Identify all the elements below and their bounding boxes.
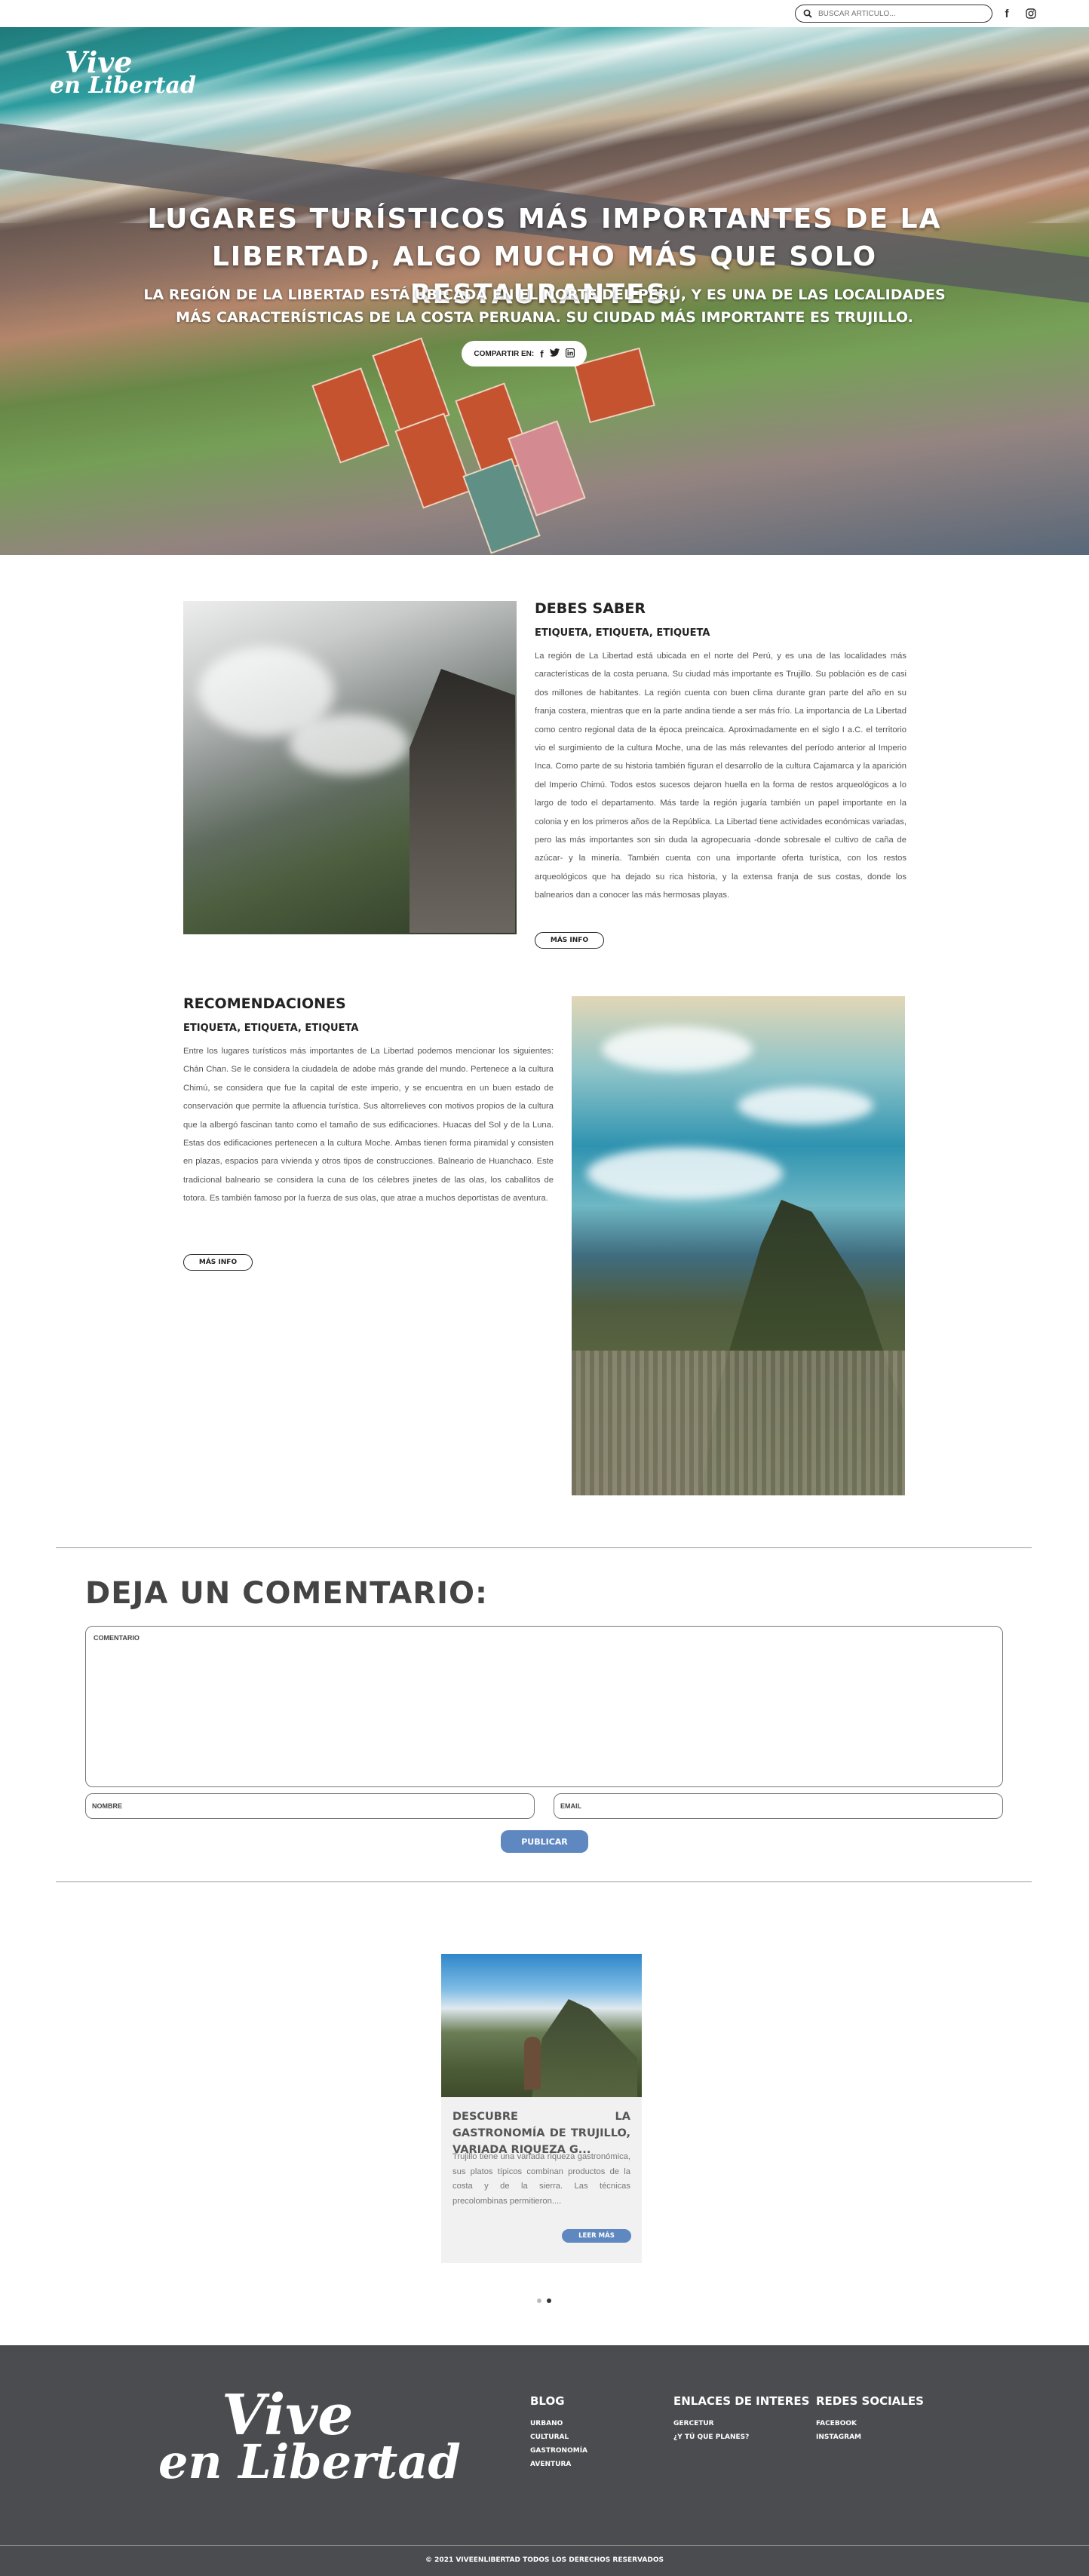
divider [56,1547,1032,1548]
search-icon [803,9,812,18]
twitter-icon[interactable] [549,348,560,359]
section-tags: ETIQUETA, ETIQUETA, ETIQUETA [535,627,710,639]
logo-line2: en Libertad [158,2433,461,2489]
comment-textarea[interactable] [85,1626,1003,1787]
copyright: © 2021 VIVEENLIBERTAD TODOS LOS DERECHOS… [425,2556,664,2564]
section-title: DEBES SABER [535,600,646,617]
mountain [532,1999,637,2097]
hero-banner: Vive en Libertad LUGARES TURÍSTICOS MÁS … [0,27,1089,555]
footer-blog-title: BLOG [530,2394,565,2408]
hero-logo[interactable]: Vive en Libertad [50,45,196,100]
page: f Vive en Libertad LUGARES TURÍSTICOS MÁ… [0,0,1089,2576]
linkedin-icon[interactable] [565,348,575,360]
court [574,347,655,424]
section-body: La región de La Libertad está ubicada en… [535,652,906,900]
carousel-dots [537,2298,551,2303]
footer-link-gastronomia[interactable]: GASTRONOMÍA [530,2444,587,2458]
section-title: RECOMENDACIONES [183,995,346,1012]
article-card[interactable]: DESCUBRE LA GASTRONOMÍA DE TRUJILLO, VAR… [441,1954,642,2263]
carousel-dot-active[interactable] [547,2298,551,2303]
footer-links-title: ENLACES DE INTERES [673,2394,810,2408]
footer-link-gercetur[interactable]: GERCETUR [673,2417,809,2430]
footer-link-planes[interactable]: ¿Y TÚ QUE PLANES? [673,2430,809,2444]
read-more-button[interactable]: LEER MÁS [562,2229,631,2243]
carousel-dot[interactable] [537,2298,541,2303]
footer-link-cultural[interactable]: CULTURAL [530,2430,587,2444]
divider [56,1881,1032,1882]
person [524,2037,541,2090]
cloud [289,714,410,774]
facebook-icon[interactable]: f [999,6,1014,21]
footer-links-column: ENLACES DE INTERES GERCETUR ¿Y TÚ QUE PL… [673,2394,809,2444]
footer-blog-column: BLOG URBANO CULTURAL GASTRONOMÍA AVENTUR… [530,2394,587,2471]
cloud [602,1026,753,1072]
facebook-icon[interactable]: f [540,348,543,360]
card-text: Trujillo tiene una variada riqueza gastr… [452,2152,630,2206]
more-info-button[interactable]: MÁS INFO [183,1254,253,1271]
court [311,367,390,464]
footer-social-title: REDES SOCIALES [816,2394,924,2408]
email-field[interactable] [554,1793,1003,1819]
top-bar: f [0,0,1089,27]
share-bar: COMPARTIR EN: f [462,341,587,366]
ruins [572,1351,905,1495]
share-label: COMPARTIR EN: [474,349,535,358]
footer-link-urbano[interactable]: URBANO [530,2417,587,2430]
footer-link-aventura[interactable]: AVENTURA [530,2458,587,2471]
instagram-icon[interactable] [1023,6,1038,21]
hero-subtitle: LA REGIÓN DE LA LIBERTAD ESTÁ UBICADA EN… [143,287,946,326]
cloud [587,1147,783,1200]
footer-social-column: REDES SOCIALES FACEBOOK INSTAGRAM [816,2394,924,2444]
logo-line1: Vive [222,2383,354,2448]
more-info-button[interactable]: MÁS INFO [535,932,604,949]
publish-button[interactable]: PUBLICAR [501,1830,588,1853]
search-input[interactable] [818,9,969,18]
footer-divider [0,2545,1089,2546]
name-field[interactable] [85,1793,535,1819]
footer-link-facebook[interactable]: FACEBOOK [816,2417,924,2430]
footer: Vive en Libertad BLOG URBANO CULTURAL GA… [0,2345,1089,2576]
court [394,412,473,509]
hero-courts [311,337,686,554]
comment-title: DEJA UN COMENTARIO: [85,1576,488,1611]
machu-picchu-image [572,996,905,1495]
section-body: Entre los lugares turísticos más importa… [183,1047,554,1204]
card-image [441,1954,642,2097]
mountain-mist-image [183,601,517,934]
logo-line2: en Libertad [50,72,196,100]
search-box[interactable] [795,5,992,23]
stone-hut [410,669,515,933]
section-tags: ETIQUETA, ETIQUETA, ETIQUETA [183,1023,359,1034]
footer-logo[interactable]: Vive en Libertad [158,2383,461,2489]
cloud [738,1087,873,1124]
logo-line1: Vive [65,45,133,79]
footer-link-instagram[interactable]: INSTAGRAM [816,2430,924,2444]
